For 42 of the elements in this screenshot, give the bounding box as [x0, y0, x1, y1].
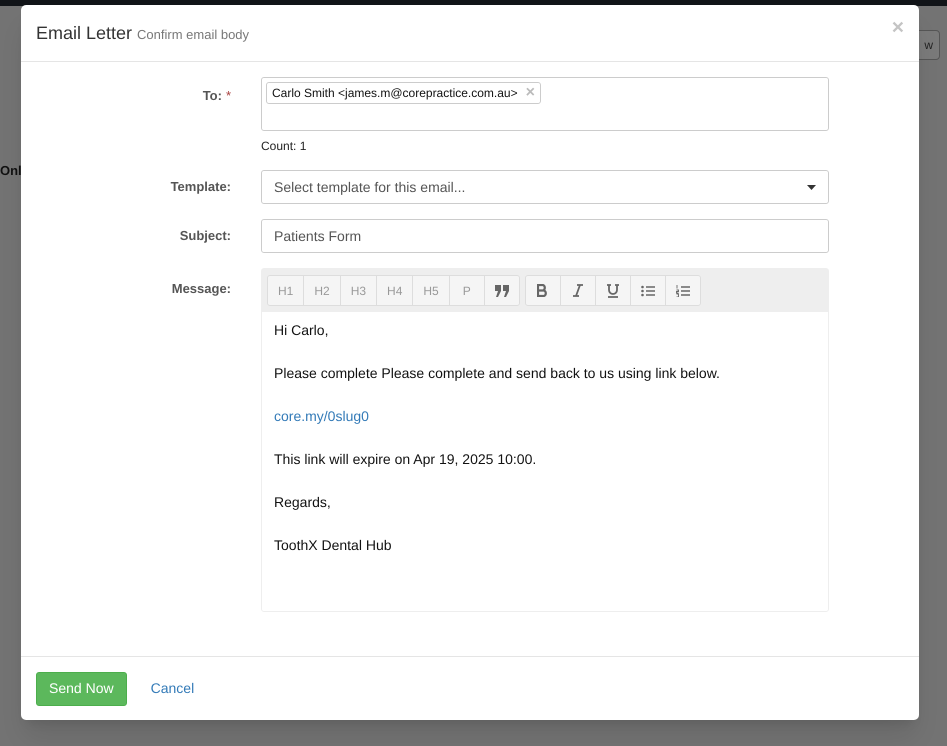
underline-icon — [606, 284, 619, 298]
format-button[interactable]: H2 — [303, 275, 341, 306]
background-label: Onl — [0, 162, 22, 180]
message-paragraph: Hi Carlo, — [274, 321, 330, 340]
field-label: Subject: — [180, 228, 231, 243]
quote-icon — [494, 284, 509, 296]
link[interactable]: core.my/0slug0 — [274, 406, 369, 427]
underline-button[interactable] — [594, 275, 631, 306]
cancel-link[interactable]: Cancel — [138, 672, 206, 706]
message-paragraph: Regards, — [274, 493, 332, 512]
format-button[interactable]: H1 — [267, 275, 304, 306]
field-label: To: — [202, 87, 222, 105]
recipient-tag[interactable]: Carlo Smith <james.m@corepractice.com.au> × — [266, 82, 541, 104]
modal-subtitle: Confirm email body — [137, 26, 250, 44]
template-dropdown[interactable]: Select template for this email... — [261, 170, 829, 204]
remove-icon[interactable]: × — [526, 85, 535, 101]
format-button[interactable]: P — [448, 275, 485, 306]
numbered-list-icon — [676, 284, 690, 296]
bold-button[interactable] — [524, 275, 561, 306]
caret-icon — [807, 184, 816, 190]
message-paragraph: ToothX Dental Hub — [274, 536, 393, 555]
italic-icon — [572, 284, 583, 297]
subject-field[interactable]: Patients Form — [261, 219, 829, 253]
modal-title: Email Letter — [36, 22, 132, 44]
recipients-field[interactable]: Carlo Smith <james.m@corepractice.com.au> × — [261, 77, 829, 131]
italic-button[interactable] — [560, 275, 596, 306]
message-paragraph: This link will expire on Apr 19, 2025 10:00. — [274, 450, 538, 469]
format-button[interactable]: H3 — [340, 275, 378, 306]
numbered-list-button[interactable] — [664, 275, 701, 306]
required-marker: * — [226, 87, 231, 105]
format-button[interactable]: H5 — [412, 275, 450, 306]
bold-icon — [537, 284, 548, 297]
recipient-count: Count: 1 — [261, 138, 308, 155]
field-label: Message: — [172, 281, 231, 296]
quote-button[interactable] — [484, 275, 520, 306]
bullet-list-icon — [640, 284, 655, 296]
message-paragraph: Please complete Please complete and send back to us using link below. — [274, 364, 721, 383]
format-button[interactable]: H4 — [376, 275, 414, 306]
bullet-list-button[interactable] — [630, 275, 666, 306]
message-editor[interactable]: H1 H2 H3 H4 H5 P Hi Carlo, Please complete Please complete and send back to us using link below. core.my/0slug0 This link will expire on Apr 19, 2025 10:00. Regards, ToothX Dental Hub — [261, 268, 829, 612]
send-button[interactable]: Send Now — [36, 672, 127, 706]
field-label: Template: — [170, 179, 231, 194]
